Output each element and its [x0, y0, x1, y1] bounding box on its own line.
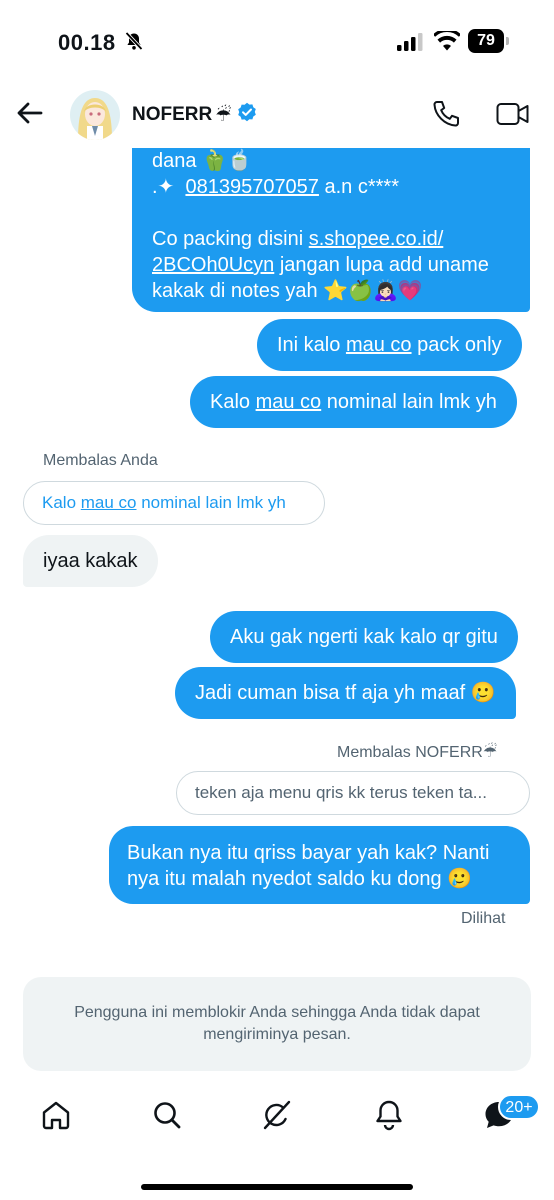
message-bubble-received[interactable]: iyaa kakak — [23, 535, 158, 587]
message-bubble-sent[interactable]: Bukan nya itu qriss bayar yah kak? Nanti… — [109, 826, 530, 904]
wifi-icon — [432, 28, 462, 56]
message-bubble-sent[interactable]: Kalo mau co nominal lain lmk yh — [190, 376, 517, 428]
grok-icon[interactable] — [260, 1098, 294, 1137]
inline-link[interactable]: mau co — [346, 334, 412, 356]
smile-tear-emoji: 🥲 — [470, 682, 496, 704]
message-line-3: Co packing disini s.shopee.co.id/ — [152, 228, 444, 250]
quoted-message[interactable]: Kalo mau co nominal lain lmk yh — [23, 481, 325, 525]
message-line-1: dana 🫑🍵 — [152, 150, 252, 172]
smile-tear-emoji: 🥲 — [447, 868, 473, 890]
message-bubble-sent[interactable]: Jadi cuman bisa tf aja yh maaf 🥲 — [175, 667, 516, 719]
home-icon[interactable] — [39, 1098, 73, 1137]
message-bubble-sent[interactable]: Ini kalo mau co pack only — [257, 319, 522, 371]
battery-level: 79 — [468, 29, 504, 53]
contact-avatar[interactable] — [70, 90, 120, 140]
notifications-icon[interactable] — [372, 1098, 406, 1137]
phone-number-link[interactable]: 081395707057 — [185, 176, 318, 198]
reply-context-label: Membalas Anda — [43, 452, 158, 469]
home-indicator — [141, 1184, 413, 1190]
message-line-5: kakak di notes yah ⭐🍏🙇🏻‍♀️💗 — [152, 280, 423, 302]
phone-call-icon[interactable] — [430, 98, 462, 135]
message-line-4: 2BCOh0Ucyn jangan lupa add uname — [152, 254, 489, 276]
reply-context-label: Membalas NOFERR☔ — [337, 744, 498, 761]
status-time: 00.18 — [58, 30, 116, 55]
silent-mode-icon — [124, 31, 144, 56]
seen-status: Dilihat — [461, 910, 506, 927]
blocked-notice: Pengguna ini memblokir Anda sehingga And… — [23, 977, 531, 1071]
umbrella-emoji: ☔ — [215, 104, 232, 125]
video-call-icon[interactable] — [496, 100, 530, 133]
back-arrow-icon[interactable] — [14, 96, 48, 130]
contact-name[interactable]: NOFERR ☔ — [132, 102, 257, 128]
shopee-link[interactable]: s.shopee.co.id/ — [309, 228, 444, 250]
quoted-message[interactable]: teken aja menu qris kk terus teken ta... — [176, 771, 530, 815]
search-icon[interactable] — [150, 1098, 184, 1137]
inline-link[interactable]: mau co — [256, 391, 322, 413]
battery-icon: 79 — [468, 29, 510, 53]
verified-badge-icon — [237, 102, 257, 128]
shopee-link-cont[interactable]: 2BCOh0Ucyn — [152, 254, 274, 276]
messages-badge: 20+ — [498, 1094, 540, 1120]
message-bubble-sent[interactable]: Aku gak ngerti kak kalo qr gitu — [210, 611, 518, 663]
status-bar: 00.18 79 — [0, 0, 554, 80]
bottom-nav — [0, 1088, 554, 1144]
chat-header: NOFERR ☔ — [0, 80, 554, 148]
message-line-2: .✦ 081395707057 a.n c**** — [152, 176, 399, 198]
cellular-signal-icon — [397, 33, 423, 56]
